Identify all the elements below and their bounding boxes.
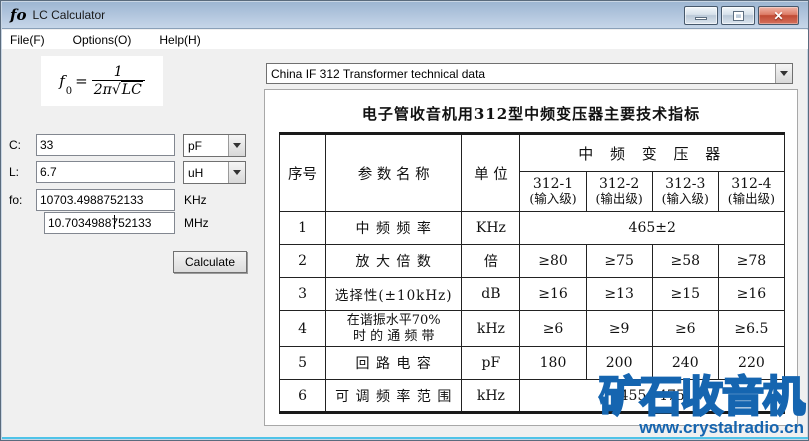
- caption-buttons: ✕: [684, 6, 799, 25]
- spec-table: 序号 参 数 名 称 单 位 中 频 变 压 器 312-1 (输入级) 312-…: [278, 132, 786, 415]
- chevron-down-icon: [233, 143, 241, 148]
- header-unit: 单 位: [461, 133, 521, 212]
- dataset-combo[interactable]: China IF 312 Transformer technical data: [266, 63, 793, 84]
- formula-eq: =: [75, 72, 88, 90]
- title-bar[interactable]: fo LC Calculator ✕: [2, 2, 808, 29]
- table-row: 5 回 路 电 容 pF 180 200 240 220: [278, 346, 786, 381]
- header-group: 中 频 变 压 器: [519, 133, 785, 172]
- l-unit-value: uH: [188, 165, 204, 180]
- table-row: 2 放 大 倍 数 倍 ≥80 ≥75 ≥58 ≥78: [278, 244, 786, 278]
- fo-khz-input[interactable]: [36, 189, 175, 211]
- app-window: fo LC Calculator ✕ File(F) Options(O) He…: [0, 0, 809, 441]
- table-row: 3 选择性(±10kHz) dB ≥16 ≥13 ≥15 ≥16: [278, 277, 786, 311]
- header-index: 序号: [278, 133, 327, 212]
- c-input[interactable]: [36, 134, 175, 156]
- menu-options[interactable]: Options(O): [73, 33, 132, 47]
- table-row: 4 在谐振水平70% 时 的 通 频 带 kHz ≥6 ≥9 ≥6 ≥6.5: [278, 309, 786, 348]
- header-model-1: 312-1 (输入级): [519, 171, 587, 212]
- c-unit-value: pF: [188, 138, 203, 153]
- c-unit-combo[interactable]: pF: [183, 134, 246, 157]
- menu-file[interactable]: File(F): [10, 33, 45, 47]
- header-model-4: 312-4 (输出级): [717, 171, 786, 212]
- table-title: 电子管收音机用312型中频变压器主要技术指标: [361, 105, 701, 123]
- dataset-dropdown-button[interactable]: [775, 64, 792, 83]
- minimize-button[interactable]: [684, 6, 718, 25]
- text-caret: [114, 215, 115, 229]
- header-model-3: 312-3 (输入级): [651, 171, 719, 212]
- header-param: 参 数 名 称: [325, 133, 463, 212]
- menu-help[interactable]: Help(H): [159, 33, 200, 47]
- l-unit-combo[interactable]: uH: [183, 161, 246, 184]
- window-title: LC Calculator: [32, 8, 106, 22]
- formula-sub: 0: [65, 86, 73, 97]
- table-row: 6 可 调 频 率 范 围 kHz 455~475: [278, 379, 785, 414]
- formula-image: f0 = 1 2π√LC: [41, 56, 163, 106]
- calculate-button[interactable]: Calculate: [173, 251, 247, 273]
- c-unit-dropdown-button[interactable]: [228, 135, 245, 156]
- formula-numerator: 1: [113, 64, 123, 80]
- l-unit-dropdown-button[interactable]: [228, 162, 245, 183]
- chevron-down-icon: [233, 170, 241, 175]
- c-label: C:: [9, 138, 21, 152]
- restore-button[interactable]: [721, 6, 755, 25]
- khz-unit-label: KHz: [184, 193, 207, 207]
- restore-icon: [732, 10, 744, 21]
- formula-den-coeff: 2π: [93, 82, 112, 98]
- minimize-icon: [695, 17, 707, 20]
- formula-radicand: LC: [120, 81, 143, 98]
- scanned-table-image: 电子管收音机用312型中频变压器主要技术指标 序号 参 数 名 称 单 位 中 …: [264, 89, 798, 426]
- chevron-down-icon: [780, 71, 788, 76]
- window-bottom-edge: [2, 437, 808, 439]
- header-model-2: 312-2 (输出级): [585, 171, 653, 212]
- l-input[interactable]: [36, 161, 175, 183]
- param-two-line: 在谐振水平70% 时 的 通 频 带: [325, 309, 463, 348]
- dataset-combo-value: China IF 312 Transformer technical data: [271, 66, 486, 81]
- fo-label: fo:: [9, 193, 23, 207]
- app-icon: fo: [10, 6, 27, 24]
- l-label: L:: [9, 165, 20, 179]
- mhz-unit-label: MHz: [184, 216, 209, 230]
- menu-bar: File(F) Options(O) Help(H): [2, 30, 808, 49]
- fo-mhz-input[interactable]: [44, 212, 175, 234]
- table-row: 1 中 频 频 率 KHz 465±2: [278, 211, 785, 245]
- radical-icon: √: [111, 82, 121, 98]
- close-icon: ✕: [773, 8, 784, 23]
- close-button[interactable]: ✕: [758, 6, 799, 25]
- formula-lhs: f: [59, 72, 65, 90]
